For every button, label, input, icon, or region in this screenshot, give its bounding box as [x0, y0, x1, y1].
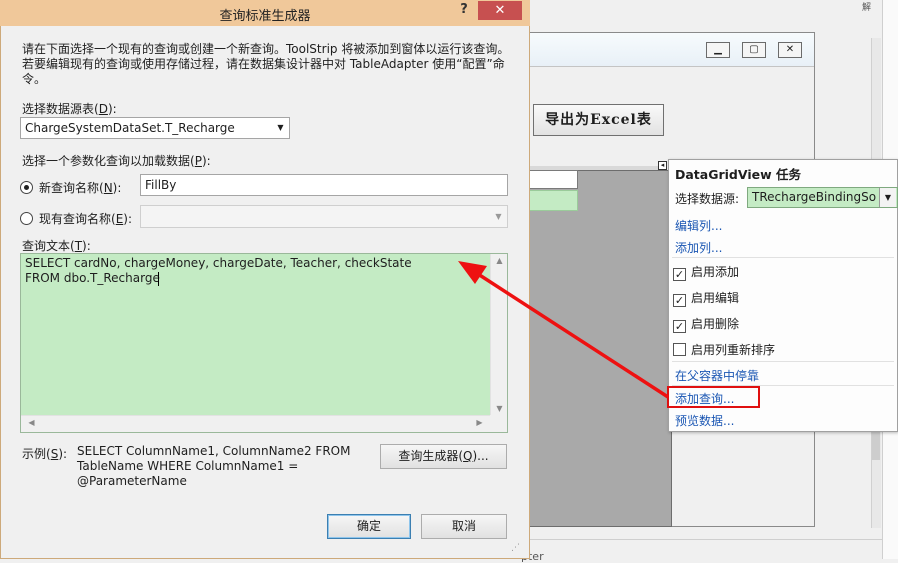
enable-delete-row[interactable]: ✓ 启用删除 — [673, 315, 739, 333]
scroll-right-icon[interactable]: ▶ — [471, 418, 488, 427]
form-close-icon[interactable]: ✕ — [778, 42, 802, 58]
scroll-corner — [490, 415, 507, 432]
enable-add-label: 启用添加 — [691, 265, 740, 279]
example-label: 示例(S): — [22, 447, 68, 461]
new-query-name-input[interactable]: FillBy — [140, 174, 508, 196]
highlight-box — [667, 386, 760, 408]
task-datasource-label: 选择数据源: — [675, 192, 740, 206]
divider — [672, 361, 894, 362]
new-query-radio[interactable] — [20, 181, 33, 194]
edit-columns-link[interactable]: 编辑列... — [675, 217, 722, 234]
divider — [672, 257, 894, 258]
enable-reorder-row[interactable]: 启用列重新排序 — [673, 341, 775, 358]
enable-add-checkbox[interactable]: ✓ — [673, 268, 686, 281]
dialog-description: 请在下面选择一个现有的查询或创建一个新查询。ToolStrip 将被添加到窗体以… — [22, 42, 510, 86]
ok-button[interactable]: 确定 — [327, 514, 411, 539]
datasource-label: 选择数据源表(D): — [22, 102, 117, 116]
task-datasource-select[interactable]: TRechargeBindingSo — [747, 187, 898, 208]
new-query-radio-row[interactable]: 新查询名称(N): — [20, 179, 121, 196]
minimize-icon[interactable]: ▁ — [706, 42, 730, 58]
scroll-left-icon[interactable]: ◀ — [23, 418, 40, 427]
designer-bottom-strip — [520, 539, 882, 559]
chevron-down-icon[interactable]: ▼ — [879, 188, 896, 207]
scroll-down-icon[interactable]: ▼ — [491, 404, 508, 413]
enable-delete-label: 启用删除 — [691, 317, 740, 331]
text-caret — [158, 272, 159, 286]
resize-grip-icon[interactable]: ⋰ — [511, 543, 523, 555]
preview-data-link[interactable]: 预览数据... — [675, 412, 734, 429]
query-builder-button[interactable]: 查询生成器(Q)... — [380, 444, 507, 469]
enable-reorder-checkbox[interactable] — [673, 343, 686, 356]
scroll-up-icon[interactable]: ▲ — [491, 256, 508, 265]
query-vertical-scrollbar[interactable]: ▲ ▼ — [490, 254, 507, 415]
enable-add-row[interactable]: ✓ 启用添加 — [673, 263, 739, 281]
existing-query-select[interactable] — [140, 205, 508, 228]
form-titlebar — [520, 33, 814, 67]
chevron-down-icon: ▼ — [495, 212, 502, 221]
datasource-select[interactable]: ChargeSystemDataSet.T_Recharge — [20, 117, 290, 139]
close-button[interactable]: ✕ — [478, 1, 522, 20]
add-column-link[interactable]: 添加列... — [675, 239, 722, 256]
chevron-down-icon[interactable]: ▼ — [272, 118, 289, 138]
example-text: SELECT ColumnName1, ColumnName2 FROM Tab… — [77, 444, 351, 488]
query-text-label: 查询文本(T): — [22, 239, 91, 253]
enable-edit-row[interactable]: ✓ 启用编辑 — [673, 289, 739, 307]
existing-query-radio-row[interactable]: 现有查询名称(E): — [20, 210, 132, 227]
query-horizontal-scrollbar[interactable]: ◀ ▶ — [21, 415, 490, 432]
cancel-button[interactable]: 取消 — [421, 514, 507, 539]
maximize-icon[interactable]: ▢ — [742, 42, 766, 58]
export-excel-button[interactable]: 导出为Excel表 — [533, 104, 664, 136]
enable-edit-label: 启用编辑 — [691, 291, 740, 305]
enable-reorder-label: 启用列重新排序 — [691, 343, 776, 357]
dialog-title: 查询标准生成器 — [219, 9, 311, 24]
task-panel-title: DataGridView 任务 — [675, 167, 801, 182]
param-query-label: 选择一个参数化查询以加载数据(P): — [22, 154, 211, 168]
query-text-content[interactable]: SELECT cardNo, chargeMoney, chargeDate, … — [25, 256, 485, 286]
dock-parent-link[interactable]: 在父容器中停靠 — [675, 367, 759, 384]
enable-delete-checkbox[interactable]: ✓ — [673, 320, 686, 333]
enable-edit-checkbox[interactable]: ✓ — [673, 294, 686, 307]
datagridview[interactable] — [520, 170, 672, 527]
help-icon[interactable]: ? — [456, 2, 472, 17]
existing-query-radio[interactable] — [20, 212, 33, 225]
panel-top-icon: 解 — [862, 3, 872, 13]
smart-tag-icon[interactable]: ◂ — [658, 161, 667, 170]
